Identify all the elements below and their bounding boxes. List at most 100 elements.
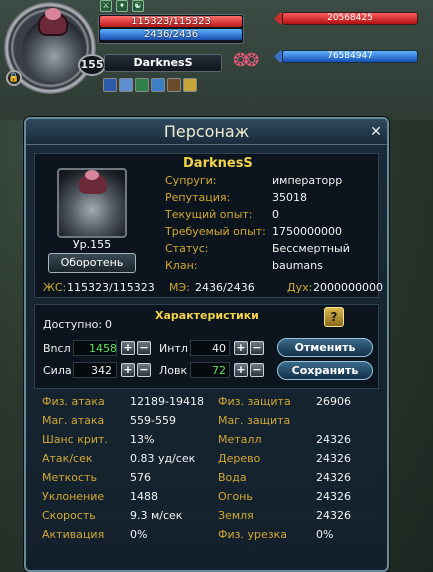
spirit-label: Дух:	[287, 281, 313, 294]
hp-value: 115323/115323	[67, 281, 155, 294]
stat-label: Активация	[42, 528, 105, 541]
int-label: Интл	[159, 342, 188, 355]
info-value: baumans	[272, 259, 323, 272]
table-row: Скорость 9.3 м/сек Земля 24326	[34, 507, 379, 525]
table-row: Активация 0% Физ. урезка 0%	[34, 526, 379, 544]
stat-label: Металл	[218, 433, 262, 446]
info-label: Статус:	[165, 242, 209, 255]
mp-value: 2436/2436	[195, 281, 255, 294]
mp-label: МЭ:	[169, 281, 190, 294]
stat-value: 13%	[130, 433, 155, 446]
str-value: 342	[91, 364, 112, 377]
stat-label: Маг. атака	[42, 414, 105, 427]
str-minus-button[interactable]: −	[137, 363, 151, 377]
stat-label: Дерево	[218, 452, 261, 465]
player-mp-text: 2436/2436	[143, 29, 199, 40]
info-value: 1750000000	[272, 225, 342, 238]
int-minus-button[interactable]: −	[250, 341, 264, 355]
cancel-button[interactable]: Отменить	[277, 338, 373, 357]
str-plus-button[interactable]: +	[121, 363, 135, 377]
attributes-table: Физ. атака 12189-19418 Физ. защита 26906…	[34, 393, 379, 569]
player-hp-text: 115323/115323	[131, 16, 211, 27]
rose-icon	[85, 170, 99, 180]
stat-label: Уклонение	[42, 490, 105, 503]
stat-value: 24326	[316, 471, 351, 484]
buff-icon[interactable]	[183, 78, 197, 92]
stat-value: 26906	[316, 395, 351, 408]
vit-label: Вncл	[43, 342, 71, 355]
top-icons: ⚔ ✦ ☯	[100, 0, 144, 12]
stats-section: Характеристики ? Доступно: 0 Вncл 1458 +…	[34, 304, 379, 389]
info-value: 0	[272, 208, 279, 221]
character-panel: Персонаж ✕ Ур.155 Оборотень DarknesS Суп…	[24, 117, 389, 572]
int-value: 40	[212, 342, 226, 355]
stat-value: 12189-19418	[130, 395, 204, 408]
buff-bar	[103, 78, 197, 92]
info-label: Текущий опыт:	[165, 208, 253, 221]
stat-value: 24326	[316, 490, 351, 503]
class-button[interactable]: Оборотень	[48, 253, 136, 273]
stat-value: 24326	[316, 433, 351, 446]
stat-label: Физ. атака	[42, 395, 105, 408]
character-name: DarknesS	[183, 156, 253, 171]
vit-minus-button[interactable]: −	[137, 341, 151, 355]
stat-value: 576	[130, 471, 151, 484]
info-label: Репутация:	[165, 191, 231, 204]
target-hp-bar: 20568425	[282, 12, 418, 25]
skill-icon[interactable]: ☯	[132, 0, 144, 12]
table-row: Шанс крит. 13% Металл 24326	[34, 431, 379, 449]
help-button[interactable]: ?	[324, 307, 344, 327]
dex-minus-button[interactable]: −	[250, 363, 264, 377]
int-plus-button[interactable]: +	[234, 341, 248, 355]
target-mp-bar: 76584947	[282, 50, 418, 63]
available-value: 0	[105, 318, 112, 331]
stat-label: Маг. защита	[218, 414, 291, 427]
vit-plus-button[interactable]: +	[121, 341, 135, 355]
stat-value: 559-559	[130, 414, 176, 427]
available-label: Доступно:	[43, 318, 103, 331]
buff-icon[interactable]	[151, 78, 165, 92]
dex-plus-button[interactable]: +	[234, 363, 248, 377]
character-avatar	[57, 168, 127, 238]
close-icon[interactable]: ✕	[366, 122, 386, 142]
stat-label: Вода	[218, 471, 247, 484]
buff-icon[interactable]	[119, 78, 133, 92]
stat-label: Физ. урезка	[218, 528, 287, 541]
character-info: Ур.155 Оборотень DarknesS Супруги: импер…	[34, 153, 383, 298]
info-label: Клан:	[165, 259, 198, 272]
stat-value: 24326	[316, 509, 351, 522]
info-label: Супруги:	[165, 174, 217, 187]
stat-label: Физ. защита	[218, 395, 291, 408]
table-row: Маг. атака 559-559 Маг. защита	[34, 412, 379, 430]
str-label: Сила	[43, 364, 72, 377]
player-name: DarknesS	[104, 54, 222, 72]
buff-icon[interactable]	[167, 78, 181, 92]
table-row: Уклонение 1488 Огонь 24326	[34, 488, 379, 506]
character-level: Ур.155	[72, 238, 112, 251]
table-row: Физ. атака 12189-19418 Физ. защита 26906	[34, 393, 379, 411]
stat-value: 1488	[130, 490, 158, 503]
stats-header: Характеристики	[155, 309, 259, 322]
buff-icon[interactable]	[135, 78, 149, 92]
stat-value: 0.83 уд/сек	[130, 452, 196, 465]
stat-label: Земля	[218, 509, 254, 522]
hp-label: ЖС:	[43, 281, 67, 294]
panel-title: Персонаж	[26, 119, 387, 145]
info-value: Бессмертный	[272, 242, 350, 255]
table-row: Меткость 576 Вода 24326	[34, 469, 379, 487]
skill-icon[interactable]: ⚔	[100, 0, 112, 12]
stat-label: Скорость	[42, 509, 96, 522]
wings-icon: ❂❂	[233, 50, 259, 71]
lock-icon[interactable]: 🔒	[6, 70, 22, 86]
save-button[interactable]: Сохранить	[277, 361, 373, 380]
spirit-value: 2000000000	[313, 281, 383, 294]
info-value: императорр	[272, 174, 343, 187]
stat-value: 0%	[130, 528, 148, 541]
vit-value: 1458	[89, 342, 117, 355]
stat-value: 24326	[316, 452, 351, 465]
rose-icon	[45, 8, 61, 20]
skill-icon[interactable]: ✦	[116, 0, 128, 12]
buff-icon[interactable]	[103, 78, 117, 92]
dex-value: 72	[212, 364, 226, 377]
stat-label: Шанс крит.	[42, 433, 108, 446]
